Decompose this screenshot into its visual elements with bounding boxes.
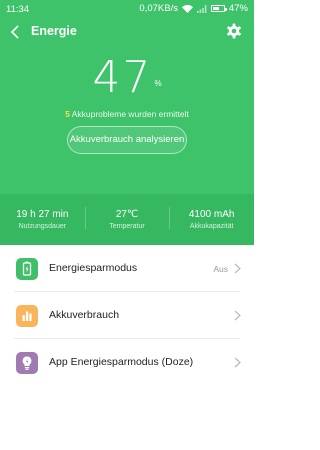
stat-capacity: 4100 mAh Akkukapazität [169,194,254,245]
stat-label: Nutzungsdauer [18,223,67,230]
battery-saver-label: Energiesparmodus [49,262,138,274]
bar-chart-glyph [22,311,32,321]
chevron-left-icon[interactable] [10,25,22,39]
battery-overview-panel: 11:34 0,07KB/s 47% Energie 47 % 5 Akkupr… [0,0,254,245]
battery-level-fill [212,7,219,10]
battery-saver-icon [16,258,38,280]
battery-percent-value: 47 [92,52,153,103]
problem-label: Akkuprobleme wurden ermittelt [69,109,189,119]
battery-percentage: 47% [0,52,254,103]
lightbulb-glyph [22,356,32,370]
stat-value: 4100 mAh [188,209,235,220]
battery-problems-text: 5 Akkuprobleme wurden ermittelt [0,109,254,119]
wifi-icon [181,4,193,13]
page-title: Energie [31,24,77,38]
battery-saver-glyph [22,261,32,276]
stat-usage-duration: 19 h 27 min Nutzungsdauer [0,194,85,245]
battery-usage-label: Akkuverbrauch [49,309,120,321]
title-bar: Energie [0,20,254,44]
list-item-battery-saver[interactable]: Energiesparmodus Aus [0,245,254,292]
status-right-group: 0,07KB/s 47% [139,3,248,14]
bar-chart-icon [16,305,38,327]
chevron-right-icon [234,357,241,368]
stat-temperature: 27℃ Temperatur [84,194,170,245]
chevron-right-icon [234,263,241,274]
network-speed: 0,07KB/s [139,3,178,14]
app-doze-label: App Energiesparmodus (Doze) [49,356,194,368]
stat-label: Akkukapazität [189,223,234,230]
lightbulb-icon [16,352,38,374]
chevron-right-icon [234,310,241,321]
stat-label: Temperatur [109,223,145,230]
battery-percent-status: 47% [228,3,248,14]
analyze-usage-button[interactable]: Akkuverbrauch analysieren [67,126,187,154]
stat-value: 27℃ [115,209,139,220]
battery-percent-unit: % [154,79,162,88]
list-item-battery-usage[interactable]: Akkuverbrauch [0,292,254,339]
list-item-app-doze[interactable]: App Energiesparmodus (Doze) [0,339,254,386]
signal-icon [196,4,207,13]
status-bar: 11:34 0,07KB/s 47% [0,0,254,18]
stat-value: 19 h 27 min [16,209,69,220]
battery-saver-status: Aus [213,264,228,274]
gear-icon[interactable] [226,23,242,39]
settings-list: Energiesparmodus Aus Akkuverbrauch App E… [0,245,254,386]
status-time: 11:34 [6,4,30,15]
stats-bar: 19 h 27 min Nutzungsdauer 27℃ Temperatur… [0,194,254,245]
battery-icon [210,5,227,12]
